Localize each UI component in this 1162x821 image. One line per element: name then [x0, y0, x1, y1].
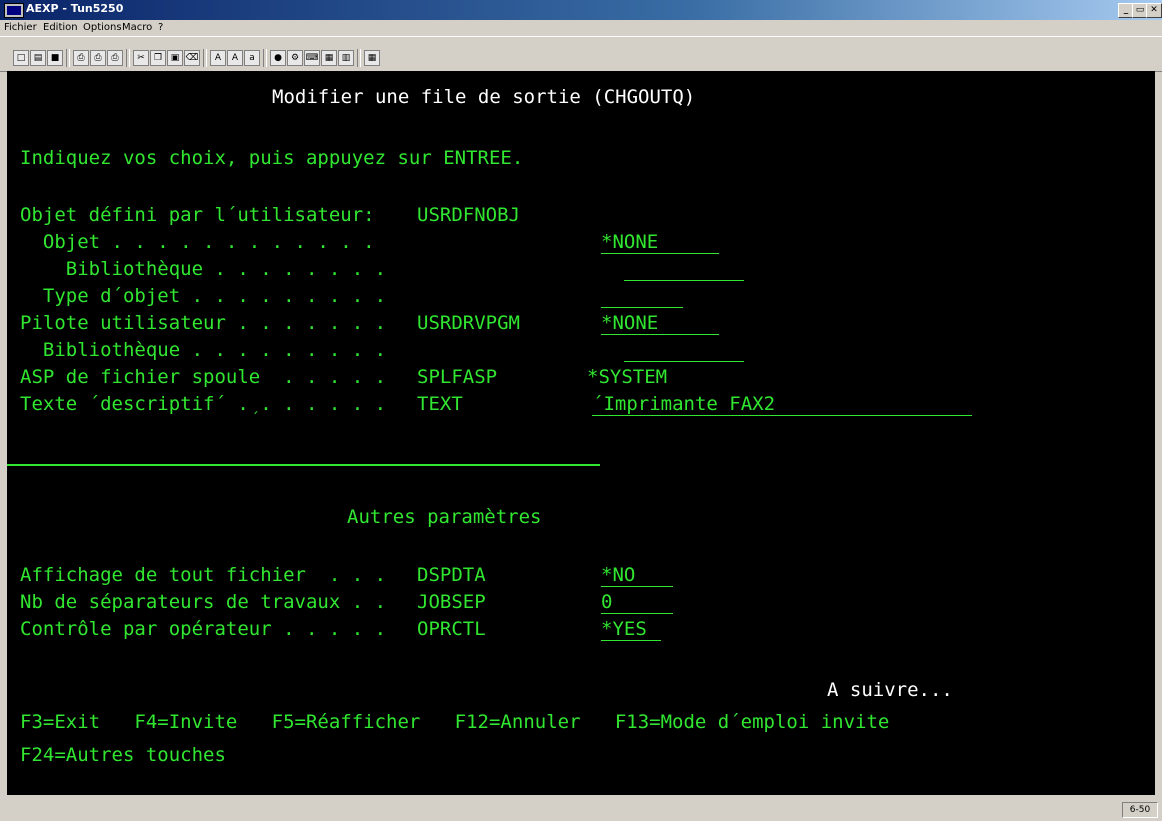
field-label-bibliotheque-2: Bibliothèque . . . . . . . . . [20, 339, 387, 361]
settings-icon[interactable]: ⚙ [287, 50, 303, 66]
field-label-oprctl: Contrôle par opérateur . . . . . [20, 618, 387, 640]
terminal-screen[interactable]: Modifier une file de sortie (CHGOUTQ) In… [7, 71, 1155, 795]
keyword-splfasp: SPLFASP [417, 366, 498, 388]
keyword-jobsep: JOBSEP [417, 591, 486, 613]
field-label-type-objet: Type d´objet . . . . . . . . . [20, 285, 387, 307]
status-bar: 6-50 [0, 797, 1162, 821]
input-objet[interactable]: *NONE [601, 231, 719, 254]
instruction-text: Indiquez vos choix, puis appuyez sur ENT… [20, 147, 524, 169]
menu-options[interactable]: Options [83, 22, 122, 33]
field-label-bibliotheque: Bibliothèque . . . . . . . . [20, 258, 387, 280]
more-indicator: A suivre... [827, 679, 953, 701]
text-field-marker: ´ [251, 411, 260, 427]
open-icon[interactable]: ▤ [30, 50, 46, 66]
input-bibliotheque[interactable] [624, 258, 744, 281]
field-label-objet: Objet . . . . . . . . . . . . [20, 231, 375, 253]
value-splfasp[interactable]: *SYSTEM [587, 366, 667, 388]
menu-macro[interactable]: Macro [122, 22, 152, 33]
print-icon[interactable]: ⎙ [73, 50, 89, 66]
print-screen-icon[interactable]: ⎙ [90, 50, 106, 66]
field-continuation-line[interactable] [7, 464, 600, 466]
toolbar-separator [126, 49, 130, 67]
field-label-jobsep: Nb de séparateurs de travaux . . [20, 591, 387, 613]
input-jobsep[interactable]: 0 [601, 591, 673, 614]
input-pilote[interactable]: *NONE [601, 312, 719, 335]
cut-icon[interactable]: ✂ [133, 50, 149, 66]
toolbar: □ ▤ ■ ⎙ ⎙ ⎙ ✂ ❐ ▣ ⌫ A A a ● ⚙ ⌨ ▦ ▥ ▦ [0, 36, 1162, 72]
field-label-pilote: Pilote utilisateur . . . . . . . [20, 312, 387, 334]
keyword-text: TEXT [417, 393, 463, 415]
app-icon [4, 3, 24, 18]
title-bar: AEXP - Tun5250 _ ▭ ✕ [0, 0, 1162, 20]
cursor-position: 6-50 [1122, 802, 1158, 818]
keyword-usrdrvpgm: USRDRVPGM [417, 312, 520, 334]
input-bibliotheque-2[interactable] [624, 339, 744, 362]
function-keys-line-1[interactable]: F3=Exit F4=Invite F5=Réafficher F12=Annu… [20, 711, 889, 733]
erase-icon[interactable]: ⌫ [184, 50, 200, 66]
toolbar-separator [357, 49, 361, 67]
field-label-asp: ASP de fichier spoule . . . . . [20, 366, 387, 388]
toolbar-separator [66, 49, 70, 67]
menu-fichier[interactable]: Fichier [4, 22, 37, 33]
section-header-label: Objet défini par l´utilisateur: [20, 204, 375, 226]
print-setup-icon[interactable]: ⎙ [107, 50, 123, 66]
window-title: AEXP - Tun5250 [26, 2, 124, 15]
input-type-objet[interactable] [601, 285, 683, 308]
hotspots-icon[interactable]: ▦ [321, 50, 337, 66]
save-icon[interactable]: ■ [47, 50, 63, 66]
keyword-oprctl: OPRCTL [417, 618, 486, 640]
menu-bar: Fichier Edition Options Macro ? [0, 20, 1162, 36]
section-header-keyword: USRDFNOBJ [417, 204, 520, 226]
section-other-params: Autres paramètres [347, 506, 542, 528]
close-button[interactable]: ✕ [1146, 3, 1162, 18]
function-keys-line-2[interactable]: F24=Autres touches [20, 744, 226, 766]
font-small-icon[interactable]: a [244, 50, 260, 66]
menu-edition[interactable]: Edition [43, 22, 78, 33]
field-label-texte: Texte ´descriptif´ . . . . . . . [20, 393, 387, 415]
font-auto-icon[interactable]: A [210, 50, 226, 66]
paste-icon[interactable]: ▣ [167, 50, 183, 66]
menu-help[interactable]: ? [158, 22, 163, 33]
new-icon[interactable]: □ [13, 50, 29, 66]
screen-title: Modifier une file de sortie (CHGOUTQ) [272, 86, 696, 108]
colors-icon[interactable]: ● [270, 50, 286, 66]
keyword-dspdta: DSPDTA [417, 564, 486, 586]
toolbar-separator [263, 49, 267, 67]
input-dspdta[interactable]: *NO [601, 564, 673, 587]
copy-icon[interactable]: ❐ [150, 50, 166, 66]
input-oprctl[interactable]: *YES [601, 618, 661, 641]
input-texte[interactable]: ´Imprimante FAX2 [592, 393, 972, 416]
field-label-dspdta: Affichage de tout fichier . . . [20, 564, 387, 586]
font-large-icon[interactable]: A [227, 50, 243, 66]
grid-icon[interactable]: ▦ [364, 50, 380, 66]
keyboard-icon[interactable]: ⌨ [304, 50, 320, 66]
properties-icon[interactable]: ▥ [338, 50, 354, 66]
toolbar-separator [203, 49, 207, 67]
